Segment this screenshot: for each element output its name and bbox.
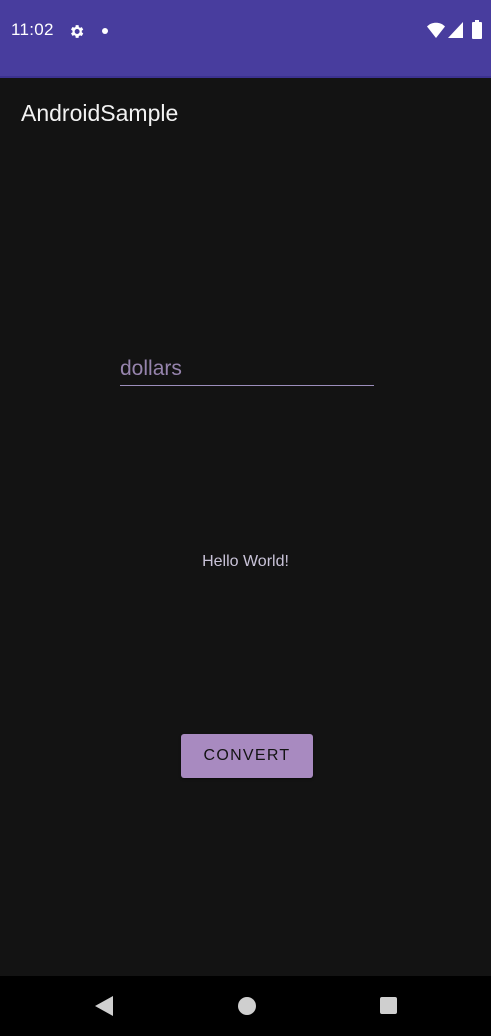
notification-dot-icon bbox=[102, 28, 108, 34]
wifi-icon bbox=[427, 22, 445, 38]
gear-icon bbox=[71, 25, 84, 38]
battery-icon bbox=[472, 20, 482, 39]
dollars-input[interactable] bbox=[120, 352, 374, 385]
dollars-field[interactable] bbox=[120, 352, 374, 386]
convert-button[interactable]: CONVERT bbox=[181, 734, 313, 778]
result-text: Hello World! bbox=[202, 553, 289, 570]
cell-signal-icon bbox=[448, 22, 463, 38]
back-icon[interactable] bbox=[95, 996, 113, 1016]
home-icon[interactable] bbox=[238, 997, 256, 1015]
navigation-bar bbox=[0, 976, 491, 1036]
app-screen: 11:02 AndroidSample Hello World! CONVERT bbox=[0, 0, 491, 1036]
app-title: AndroidSample bbox=[21, 100, 179, 126]
status-bar: 11:02 bbox=[0, 0, 491, 78]
status-time: 11:02 bbox=[11, 20, 54, 39]
recents-icon[interactable] bbox=[380, 997, 397, 1014]
